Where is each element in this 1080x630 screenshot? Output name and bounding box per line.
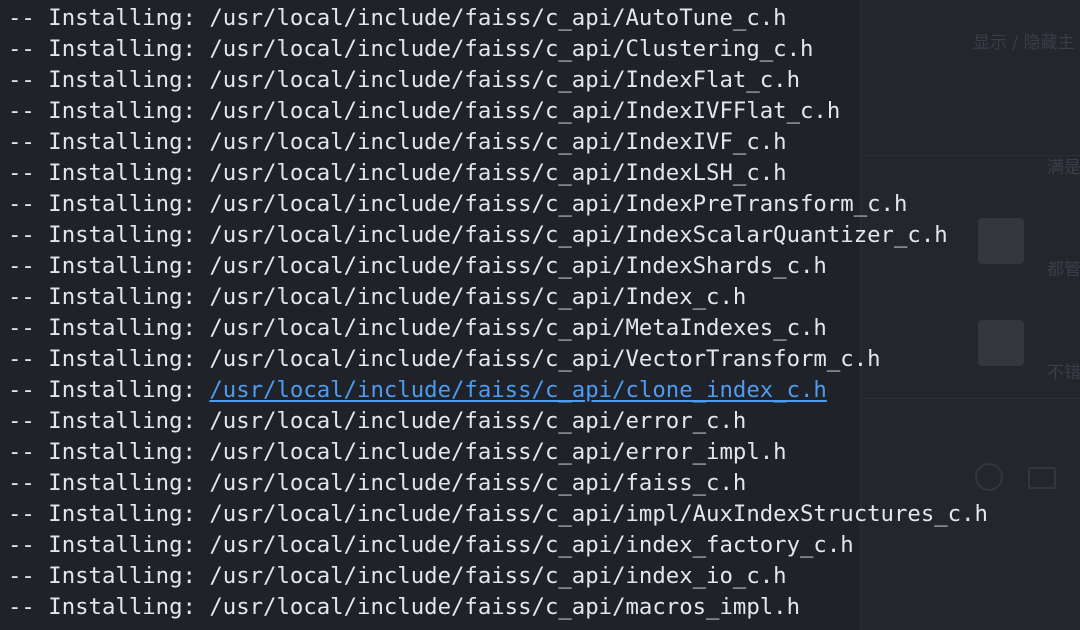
install-prefix: -- Installing:	[8, 5, 210, 31]
file-path: /usr/local/include/faiss/c_api/impl/AuxI…	[209, 501, 988, 527]
terminal-line: -- Installing: /usr/local/include/faiss/…	[8, 282, 988, 313]
install-prefix: -- Installing:	[8, 594, 210, 620]
terminal-line: -- Installing: /usr/local/include/faiss/…	[8, 375, 988, 406]
background-header-text: 显示 / 隐藏主	[973, 33, 1075, 53]
file-path: /usr/local/include/faiss/c_api/AutoTune_…	[209, 5, 787, 31]
terminal-line: -- Installing: /usr/local/include/faiss/…	[8, 96, 988, 127]
install-prefix: -- Installing:	[8, 408, 210, 434]
install-prefix: -- Installing:	[8, 315, 210, 341]
install-prefix: -- Installing:	[8, 346, 210, 372]
background-item-text: 都管	[1047, 260, 1080, 280]
terminal-line: -- Installing: /usr/local/include/faiss/…	[8, 561, 988, 592]
file-path: /usr/local/include/faiss/c_api/MetaIndex…	[209, 315, 827, 341]
file-path: /usr/local/include/faiss/c_api/Index_c.h	[209, 284, 747, 310]
terminal-line: -- Installing: /usr/local/include/faiss/…	[8, 592, 988, 623]
install-prefix: -- Installing:	[8, 284, 210, 310]
terminal-line: -- Installing: /usr/local/include/faiss/…	[8, 313, 988, 344]
install-prefix: -- Installing:	[8, 36, 210, 62]
terminal-line: -- Installing: /usr/local/include/faiss/…	[8, 344, 988, 375]
terminal-line: -- Installing: /usr/local/include/faiss/…	[8, 468, 988, 499]
file-path: /usr/local/include/faiss/c_api/IndexFlat…	[209, 67, 801, 93]
terminal-line: -- Installing: /usr/local/include/faiss/…	[8, 3, 988, 34]
file-path: /usr/local/include/faiss/c_api/Clusterin…	[209, 36, 814, 62]
file-path: /usr/local/include/faiss/c_api/faiss_c.h	[209, 470, 747, 496]
terminal-line: -- Installing: /usr/local/include/faiss/…	[8, 530, 988, 561]
install-prefix: -- Installing:	[8, 439, 210, 465]
install-prefix: -- Installing:	[8, 160, 210, 186]
terminal-output: -- Installing: /usr/local/include/faiss/…	[8, 3, 988, 623]
terminal-line: -- Installing: /usr/local/include/faiss/…	[8, 158, 988, 189]
file-path: /usr/local/include/faiss/c_api/index_io_…	[209, 563, 787, 589]
file-path: /usr/local/include/faiss/c_api/IndexShar…	[209, 253, 827, 279]
install-prefix: -- Installing:	[8, 501, 210, 527]
background-item-text: 不错	[1047, 363, 1080, 383]
file-path: /usr/local/include/faiss/c_api/macros_im…	[209, 594, 801, 620]
folder-icon	[1028, 467, 1056, 489]
terminal-line: -- Installing: /usr/local/include/faiss/…	[8, 127, 988, 158]
file-path: /usr/local/include/faiss/c_api/IndexPreT…	[209, 191, 908, 217]
install-prefix: -- Installing:	[8, 191, 210, 217]
terminal-line: -- Installing: /usr/local/include/faiss/…	[8, 251, 988, 282]
install-prefix: -- Installing:	[8, 98, 210, 124]
install-prefix: -- Installing:	[8, 563, 210, 589]
install-prefix: -- Installing:	[8, 470, 210, 496]
file-path: /usr/local/include/faiss/c_api/error_imp…	[209, 439, 787, 465]
terminal-line: -- Installing: /usr/local/include/faiss/…	[8, 437, 988, 468]
file-path: /usr/local/include/faiss/c_api/error_c.h	[209, 408, 747, 434]
terminal-line: -- Installing: /usr/local/include/faiss/…	[8, 189, 988, 220]
file-path-link[interactable]: /usr/local/include/faiss/c_api/clone_ind…	[209, 377, 827, 403]
install-prefix: -- Installing:	[8, 377, 210, 403]
terminal-line: -- Installing: /usr/local/include/faiss/…	[8, 406, 988, 437]
file-path: /usr/local/include/faiss/c_api/IndexScal…	[209, 222, 948, 248]
file-path: /usr/local/include/faiss/c_api/IndexIVFF…	[209, 98, 841, 124]
file-path: /usr/local/include/faiss/c_api/IndexLSH_…	[209, 160, 787, 186]
terminal-line: -- Installing: /usr/local/include/faiss/…	[8, 65, 988, 96]
file-path: /usr/local/include/faiss/c_api/IndexIVF_…	[209, 129, 787, 155]
install-prefix: -- Installing:	[8, 532, 210, 558]
file-path: /usr/local/include/faiss/c_api/index_fac…	[209, 532, 854, 558]
background-item-text: 满是	[1047, 158, 1080, 178]
install-prefix: -- Installing:	[8, 67, 210, 93]
terminal-line: -- Installing: /usr/local/include/faiss/…	[8, 499, 988, 530]
install-prefix: -- Installing:	[8, 129, 210, 155]
install-prefix: -- Installing:	[8, 222, 210, 248]
terminal-window[interactable]: 显示 / 隐藏主 满是 都管 不错 -- Installing: /usr/lo…	[0, 0, 1080, 630]
terminal-line: -- Installing: /usr/local/include/faiss/…	[8, 220, 988, 251]
file-path: /usr/local/include/faiss/c_api/VectorTra…	[209, 346, 881, 372]
install-prefix: -- Installing:	[8, 253, 210, 279]
terminal-line: -- Installing: /usr/local/include/faiss/…	[8, 34, 988, 65]
